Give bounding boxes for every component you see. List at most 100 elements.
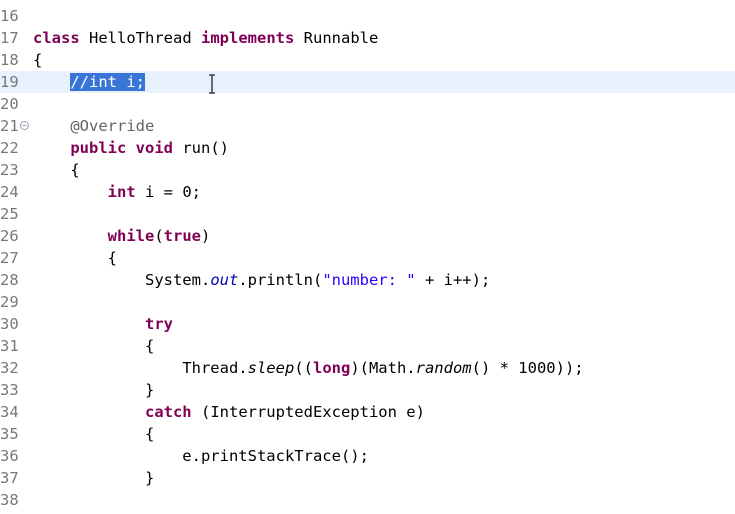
code-text[interactable]: int i = 0; [33,181,201,203]
code-token: { [33,51,43,69]
code-token: true [163,227,201,245]
code-token: random [415,359,472,377]
line-number: 33 [0,381,19,399]
code-line[interactable]: 31 { [0,335,735,357]
code-line[interactable]: 28 System.out.println("number: " + i++); [0,269,735,291]
code-text[interactable]: } [33,467,154,489]
code-line[interactable]: 17 class HelloThread implements Runnable [0,27,735,49]
code-text[interactable]: class HelloThread implements Runnable [33,27,378,49]
code-line[interactable]: 32 Thread.sleep((long)(Math.random() * 1… [0,357,735,379]
code-token: Runnable [294,29,379,47]
line-number: 16 [0,7,19,25]
code-line[interactable]: 33 } [0,379,735,401]
code-token: { [33,425,155,443]
code-line[interactable]: 37 } [0,467,735,489]
code-text[interactable]: { [33,247,117,269]
code-text[interactable]: //int i; [33,71,145,93]
line-number: 24 [0,183,19,201]
code-token: implements [201,29,295,47]
line-number: 17 [0,29,19,47]
line-number: 31 [0,337,19,355]
line-number: 28 [0,271,19,289]
line-number: 20 [0,95,19,113]
code-line[interactable]: 22 public void run() [0,137,735,159]
line-number: 27 [0,249,19,267]
code-token: public [70,139,127,157]
code-text[interactable]: Thread.sleep((long)(Math.random() * 1000… [33,357,584,379]
code-text[interactable]: { [33,423,154,445]
code-text[interactable]: while(true) [33,225,211,247]
code-token: i = 0; [135,183,201,201]
code-token: (( [294,359,313,377]
code-token: )(Math. [350,359,416,377]
code-token: run() [173,139,229,157]
code-editor[interactable]: 16 17 class HelloThread implements Runnabl… [0,0,735,514]
code-token: "number: " [322,271,416,289]
code-text[interactable]: System.out.println("number: " + i++); [33,269,490,291]
line-number: 23 [0,161,19,179]
code-token: @Override [70,117,155,135]
code-token: (InterruptedException e) [191,403,425,421]
code-line[interactable]: 36 e.printStackTrace(); [0,445,735,467]
code-text[interactable]: e.printStackTrace(); [33,445,369,467]
code-token: HelloThread [79,29,201,47]
code-token: () * 1000)); [471,359,584,377]
code-line[interactable]: 24 int i = 0; [0,181,735,203]
code-token: { [33,249,117,267]
line-number: 22 [0,139,19,157]
line-number: 25 [0,205,19,223]
code-line[interactable]: 21− @Override [0,115,735,137]
code-text[interactable]: @Override [33,115,154,137]
code-token: { [33,161,80,179]
code-token: + i++); [415,271,491,289]
code-line[interactable]: 20 [0,93,735,115]
code-text[interactable]: public void run() [33,137,229,159]
code-token: out [210,271,239,289]
code-token: } [33,469,155,487]
code-token: class [33,29,80,47]
code-token: Thread. [33,359,248,377]
line-number: 30 [0,315,19,333]
code-line[interactable]: 35 { [0,423,735,445]
code-line[interactable]: 23 { [0,159,735,181]
code-token: ( [154,227,164,245]
code-line[interactable]: 25 [0,203,735,225]
code-text[interactable]: catch (InterruptedException e) [33,401,425,423]
code-line[interactable]: 29 [0,291,735,313]
code-text[interactable]: try [33,313,173,335]
code-line[interactable]: 38 [0,489,735,511]
code-line[interactable]: 27 { [0,247,735,269]
line-number: 32 [0,359,19,377]
line-number: 26 [0,227,19,245]
code-token: long [312,359,351,377]
code-line[interactable]: 26 while(true) [0,225,735,247]
code-text[interactable]: } [33,379,154,401]
line-number: 29 [0,293,19,311]
code-token: sleep [247,359,295,377]
code-line[interactable]: 19 //int i; [0,71,735,93]
line-number: 34 [0,403,19,421]
code-line[interactable]: 18 { [0,49,735,71]
fold-toggle-icon[interactable]: − [20,121,29,130]
code-text[interactable]: { [33,159,80,181]
code-token: { [33,337,155,355]
code-token: //int i; [70,73,145,91]
code-line[interactable]: 30 try [0,313,735,335]
code-token: int [107,183,136,201]
code-token: e.printStackTrace(); [33,447,369,465]
code-token: catch [144,403,192,421]
code-line[interactable]: 16 [0,5,735,27]
code-text[interactable]: { [33,49,42,71]
line-number: 36 [0,447,19,465]
code-line[interactable]: 34 catch (InterruptedException e) [0,401,735,423]
line-number: 18 [0,51,19,69]
code-text[interactable]: { [33,335,154,357]
